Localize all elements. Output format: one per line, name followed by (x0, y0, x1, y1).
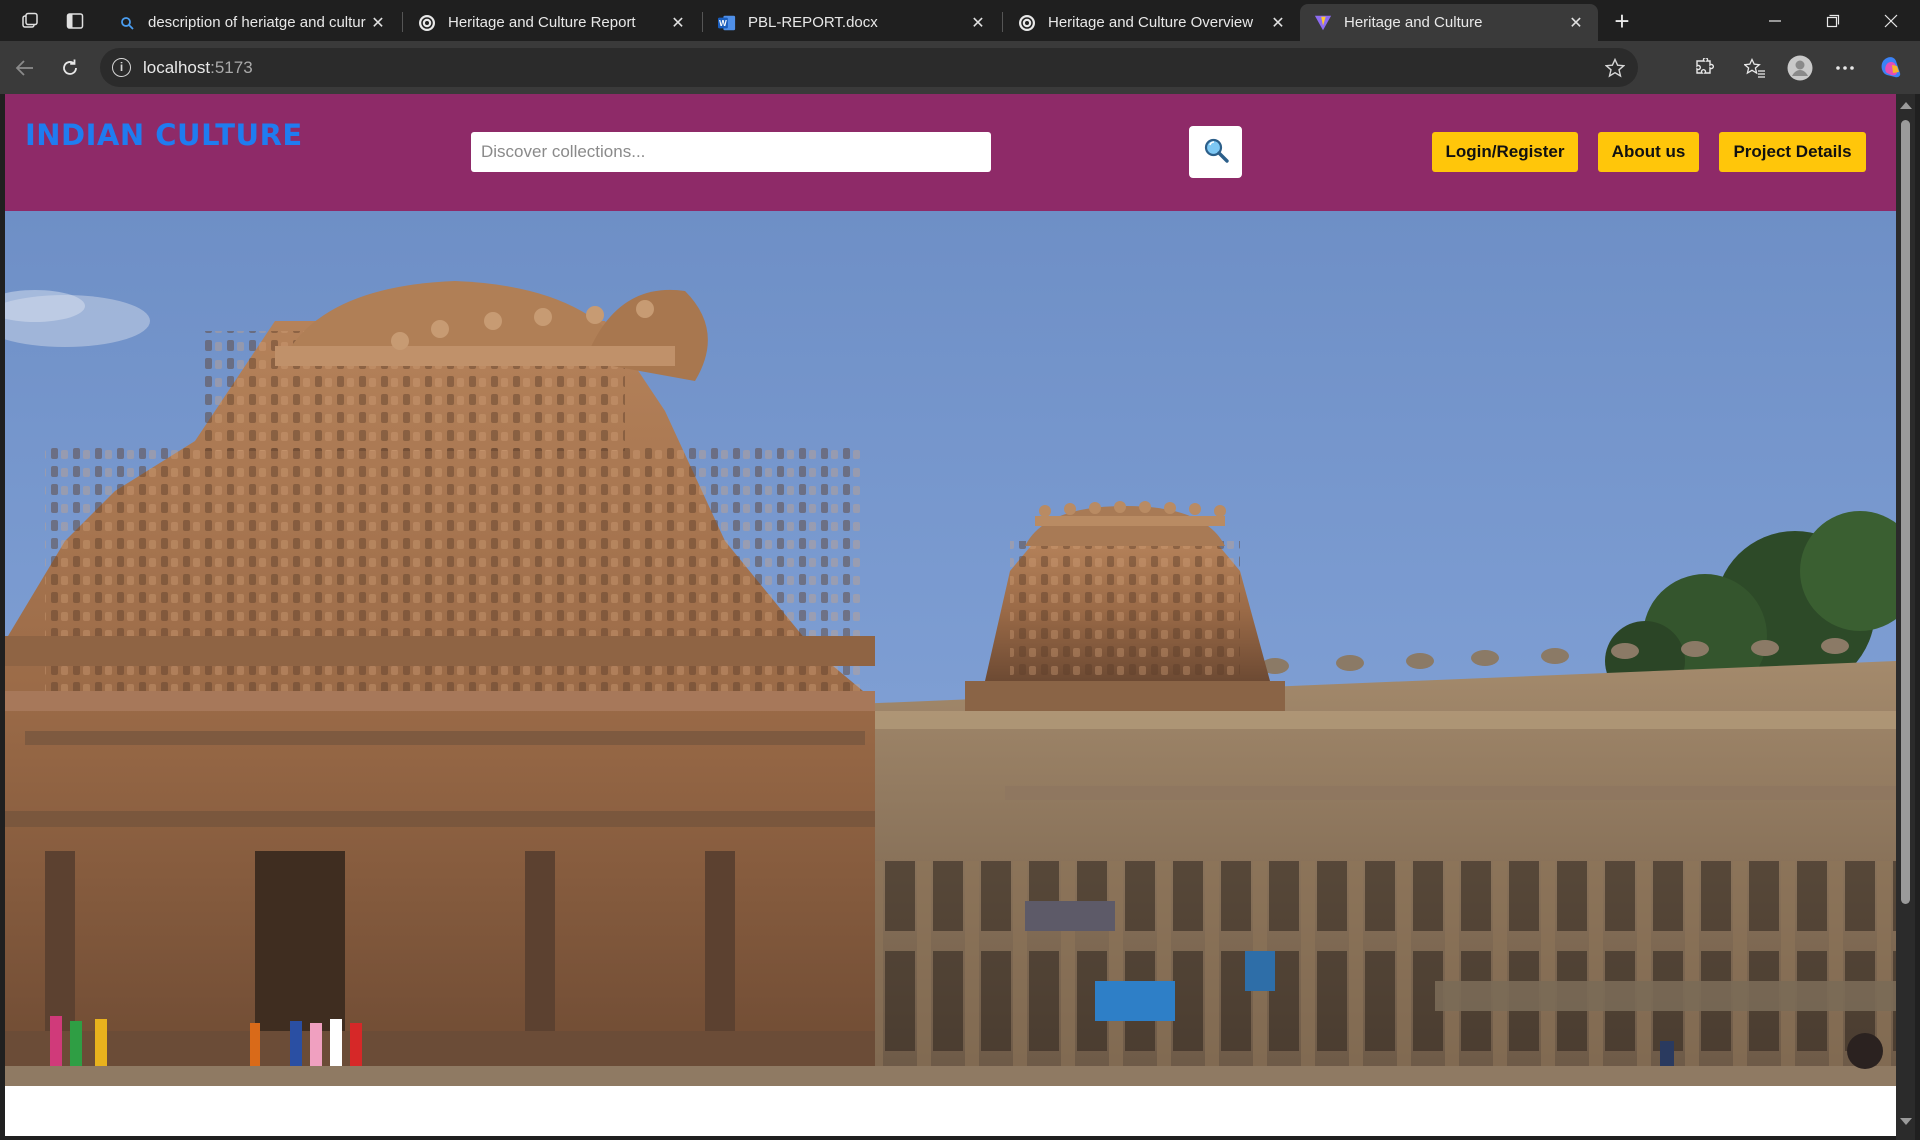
profile-avatar[interactable] (1786, 54, 1814, 82)
address-toolbar: i localhost:5173 (0, 41, 1920, 94)
back-icon[interactable] (11, 54, 39, 82)
copilot-icon[interactable] (1878, 54, 1906, 82)
vertical-tabs-icon[interactable] (62, 8, 88, 34)
tab-title: Heritage and Culture Overview (1048, 14, 1254, 31)
scroll-down-arrow-icon[interactable] (1900, 1118, 1912, 1125)
url-text[interactable]: localhost:5173 (143, 58, 253, 78)
login-register-button[interactable]: Login/Register (1432, 132, 1578, 172)
search-input[interactable] (471, 132, 991, 172)
project-details-button[interactable]: Project Details (1719, 132, 1866, 172)
close-tab-icon[interactable]: ✕ (1566, 13, 1586, 33)
tab-title: PBL-REPORT.docx (748, 14, 878, 31)
browser-tab-active[interactable]: Heritage and Culture ✕ (1300, 4, 1598, 41)
site-info-icon[interactable]: i (112, 58, 131, 77)
browser-tab[interactable]: description of heriatge and cultur ✕ (104, 4, 400, 41)
temple-photo (5, 211, 1896, 1086)
word-icon: W (718, 14, 736, 32)
favorites-icon[interactable] (1741, 54, 1769, 82)
close-tab-icon[interactable]: ✕ (668, 13, 688, 33)
more-options-icon[interactable] (1831, 54, 1859, 82)
svg-text:W: W (719, 19, 727, 28)
browser-tab[interactable]: Heritage and Culture Report ✕ (404, 4, 700, 41)
address-bar[interactable]: i localhost:5173 (100, 48, 1638, 87)
tab-strip: description of heriatge and cultur ✕ Her… (0, 0, 1920, 41)
about-us-button[interactable]: About us (1598, 132, 1699, 172)
restore-icon[interactable] (1804, 0, 1862, 41)
minimize-icon[interactable] (1746, 0, 1804, 41)
tab-divider (702, 12, 703, 32)
search-icon (1202, 136, 1230, 169)
tab-divider (1002, 12, 1003, 32)
site-logo[interactable]: INDIAN CULTURE (25, 118, 303, 152)
close-window-icon[interactable] (1862, 0, 1920, 41)
chatgpt-icon (418, 14, 436, 32)
page-scrollbar[interactable] (1896, 94, 1915, 1140)
page-viewport: INDIAN CULTURE Login/Register About us P… (5, 94, 1896, 1136)
close-tab-icon[interactable]: ✕ (968, 13, 988, 33)
scroll-up-arrow-icon[interactable] (1900, 102, 1912, 109)
close-tab-icon[interactable]: ✕ (1268, 13, 1288, 33)
tab-title: Heritage and Culture Report (448, 14, 636, 31)
tab-divider (402, 12, 403, 32)
favorite-star-icon[interactable] (1602, 55, 1628, 81)
site-header: INDIAN CULTURE Login/Register About us P… (5, 94, 1896, 211)
tab-title: description of heriatge and cultur (148, 14, 366, 31)
scrollbar-thumb[interactable] (1901, 120, 1910, 904)
vite-icon (1314, 14, 1332, 32)
browser-tab[interactable]: Heritage and Culture Overview ✕ (1004, 4, 1300, 41)
close-tab-icon[interactable]: ✕ (368, 13, 388, 33)
extensions-icon[interactable] (1690, 54, 1718, 82)
tab-title: Heritage and Culture (1344, 14, 1483, 31)
browser-tab[interactable]: W PBL-REPORT.docx ✕ (704, 4, 1000, 41)
chatgpt-icon (1018, 14, 1036, 32)
refresh-icon[interactable] (56, 54, 84, 82)
new-tab-button[interactable]: + (1608, 8, 1636, 36)
search-icon (118, 14, 136, 32)
search-button[interactable] (1189, 126, 1242, 178)
hero-temple-image (5, 211, 1896, 1086)
workspaces-icon[interactable] (17, 8, 43, 34)
